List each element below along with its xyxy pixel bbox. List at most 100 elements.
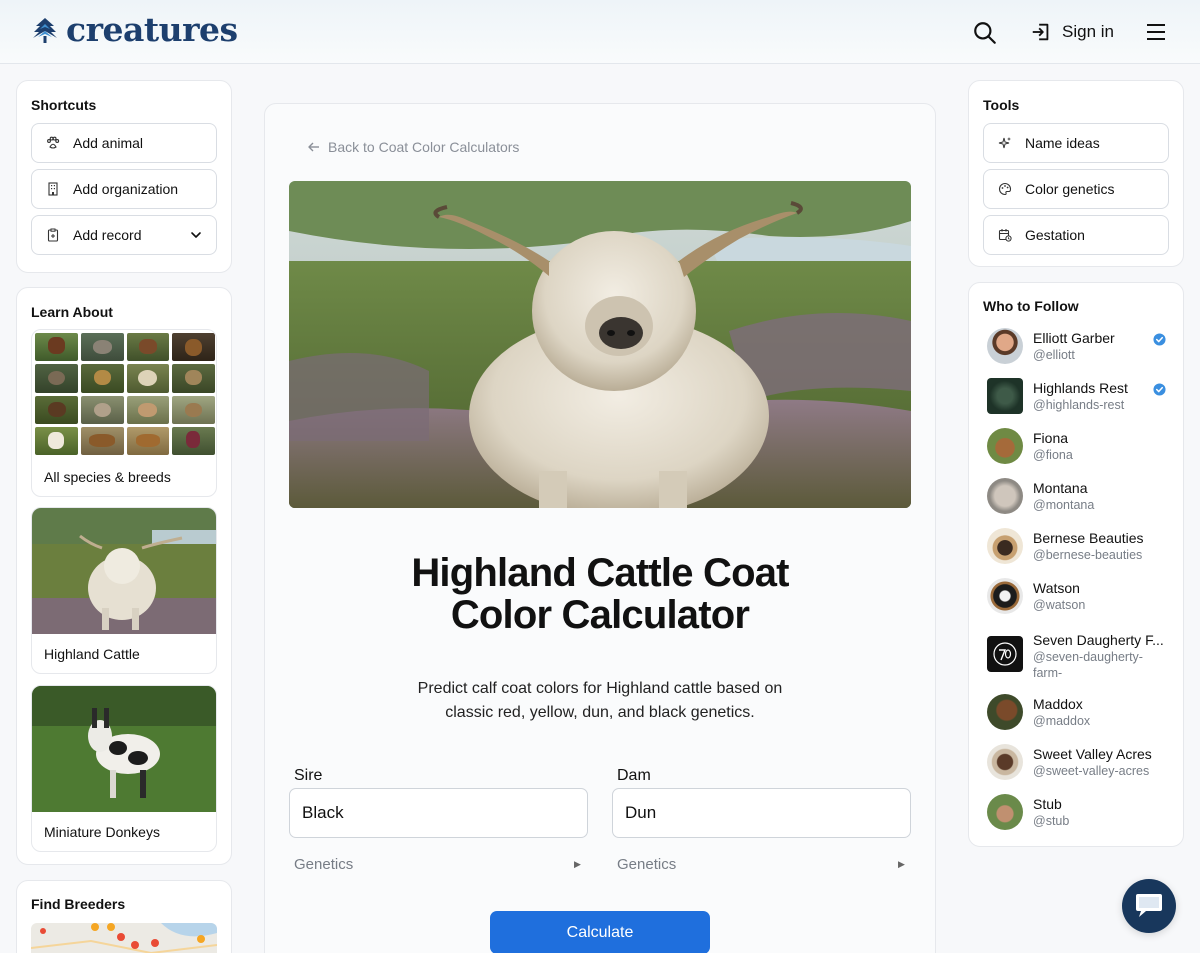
follow-handle: @watson xyxy=(1033,598,1086,612)
search-icon[interactable] xyxy=(972,20,998,46)
species-thumb xyxy=(35,364,78,393)
dam-genetics-expand-icon[interactable]: ▶ xyxy=(898,859,905,870)
species-thumb xyxy=(172,333,215,362)
color-genetics-button[interactable]: Color genetics xyxy=(983,169,1169,209)
add-record-dropdown[interactable]: Add record xyxy=(31,215,217,255)
follow-name: Stub xyxy=(1033,796,1062,812)
species-thumb xyxy=(126,333,170,362)
back-link-label: Back to Coat Color Calculators xyxy=(328,139,520,155)
avatar xyxy=(987,794,1023,830)
species-thumb xyxy=(80,395,124,424)
verified-badge-icon xyxy=(1153,333,1166,346)
follow-handle: @montana xyxy=(1033,498,1095,512)
species-thumb xyxy=(126,395,170,424)
species-thumb xyxy=(35,333,78,362)
follow-item[interactable]: Fiona @fiona xyxy=(969,428,1169,472)
species-thumb xyxy=(35,426,78,455)
follow-item[interactable]: Elliott Garber @elliott xyxy=(969,328,1169,372)
follow-item[interactable]: Highlands Rest @highlands-rest xyxy=(969,378,1169,422)
avatar xyxy=(987,328,1023,364)
sign-in-button[interactable]: Sign in xyxy=(1030,19,1114,45)
avatar xyxy=(987,478,1023,514)
who-to-follow-title: Who to Follow xyxy=(983,298,1079,314)
sire-input[interactable]: Black xyxy=(289,788,588,838)
follow-item[interactable]: Seven Daugherty F... @seven-daugherty- f… xyxy=(969,632,1169,688)
avatar xyxy=(987,636,1023,672)
verified-badge-icon xyxy=(1153,383,1166,396)
sparkle-icon xyxy=(998,137,1011,149)
logo-mark-icon xyxy=(33,18,57,43)
sign-in-label: Sign in xyxy=(1062,22,1114,41)
calculator-panel: Back to Coat Color Calculators Highland … xyxy=(264,103,936,953)
follow-item[interactable]: Sweet Valley Acres @sweet-valley-acres xyxy=(969,744,1169,788)
chevron-down-icon xyxy=(191,232,201,238)
species-thumb xyxy=(80,333,124,362)
who-to-follow-card: Who to Follow Elliott Garber @elliott Hi… xyxy=(968,282,1184,847)
follow-handle-continued: farm- xyxy=(1033,666,1063,680)
calculate-button[interactable]: Calculate xyxy=(490,911,710,953)
dam-input[interactable]: Dun xyxy=(612,788,911,838)
follow-item[interactable]: Stub @stub xyxy=(969,794,1169,838)
follow-handle: @elliott xyxy=(1033,348,1075,362)
page-title: Highland Cattle Coat Color Calculator xyxy=(265,552,935,636)
avatar xyxy=(987,694,1023,730)
logo[interactable]: creatures xyxy=(32,10,238,49)
highland-cattle-card[interactable]: Highland Cattle xyxy=(31,507,217,674)
sire-genetics-expand-icon[interactable]: ▶ xyxy=(574,859,581,870)
gestation-label: Gestation xyxy=(1025,227,1085,243)
avatar xyxy=(987,378,1023,414)
building-icon xyxy=(48,182,58,196)
follow-item[interactable]: Bernese Beauties @bernese-beauties xyxy=(969,528,1169,572)
paw-icon xyxy=(47,136,60,149)
follow-handle: @highlands-rest xyxy=(1033,398,1125,412)
name-ideas-button[interactable]: Name ideas xyxy=(983,123,1169,163)
dam-genetics-toggle[interactable]: Genetics xyxy=(617,856,676,873)
follow-handle: @maddox xyxy=(1033,714,1091,728)
miniature-donkeys-card[interactable]: Miniature Donkeys xyxy=(31,685,217,852)
back-link[interactable]: Back to Coat Color Calculators xyxy=(307,139,519,155)
chat-button[interactable] xyxy=(1122,879,1176,933)
page-title-line2: Color Calculator xyxy=(450,593,750,637)
find-breeders-card: Find Breeders xyxy=(16,880,232,953)
find-breeders-title: Find Breeders xyxy=(31,896,126,912)
learn-about-card: Learn About All species & breeds Highlan… xyxy=(16,287,232,865)
follow-name: Watson xyxy=(1033,580,1080,596)
species-thumb xyxy=(172,426,215,455)
add-organization-label: Add organization xyxy=(73,181,179,197)
tools-title: Tools xyxy=(983,97,1020,113)
follow-name: Highlands Rest xyxy=(1033,380,1128,396)
follow-name: Bernese Beauties xyxy=(1033,530,1144,546)
sire-value: Black xyxy=(302,803,344,822)
seven-daugherty-logo-icon xyxy=(993,642,1017,666)
dam-label: Dam xyxy=(617,767,651,784)
species-thumbnail-grid xyxy=(35,333,215,455)
avatar xyxy=(987,744,1023,780)
follow-name: Elliott Garber xyxy=(1033,330,1115,346)
hamburger-menu-icon[interactable] xyxy=(1144,20,1168,44)
all-species-card[interactable]: All species & breeds xyxy=(31,329,217,497)
sire-genetics-toggle[interactable]: Genetics xyxy=(294,856,353,873)
sire-label: Sire xyxy=(294,767,323,784)
follow-item[interactable]: Montana @montana xyxy=(969,478,1169,522)
logo-text: creatures xyxy=(66,10,238,49)
follow-item[interactable]: Maddox @maddox xyxy=(969,694,1169,738)
highland-cattle-hero-image xyxy=(289,181,911,508)
gestation-button[interactable]: Gestation xyxy=(983,215,1169,255)
add-animal-label: Add animal xyxy=(73,135,144,151)
follow-item[interactable]: Watson @watson xyxy=(969,578,1169,622)
follow-handle: @fiona xyxy=(1033,448,1073,462)
sign-in-icon xyxy=(1032,23,1049,41)
breeders-map[interactable] xyxy=(31,923,217,953)
calendar-icon xyxy=(998,229,1012,242)
clipboard-icon xyxy=(47,228,59,242)
follow-name: Sweet Valley Acres xyxy=(1033,746,1152,762)
dam-value: Dun xyxy=(625,803,657,822)
add-animal-button[interactable]: Add animal xyxy=(31,123,217,163)
miniature-donkeys-label: Miniature Donkeys xyxy=(44,824,160,840)
all-species-label: All species & breeds xyxy=(44,469,171,485)
page-title-line1: Highland Cattle Coat xyxy=(411,551,789,595)
highland-cattle-thumbnail xyxy=(32,508,216,634)
miniature-donkeys-thumbnail xyxy=(32,686,216,812)
add-organization-button[interactable]: Add organization xyxy=(31,169,217,209)
add-record-label: Add record xyxy=(73,227,142,243)
